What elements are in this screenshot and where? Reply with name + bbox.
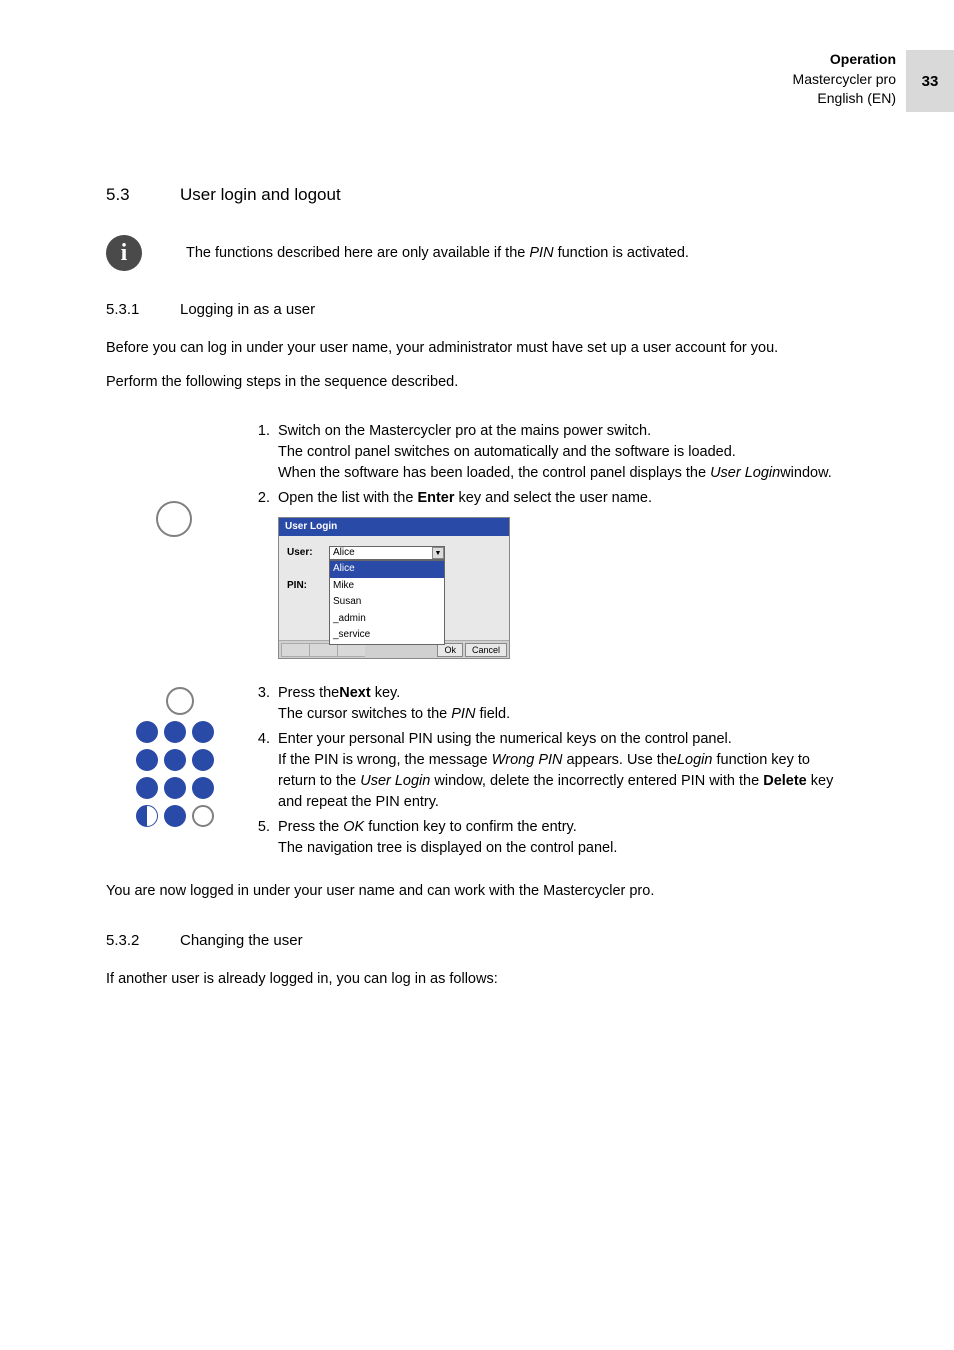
pin-label: PIN: xyxy=(287,579,329,594)
user-login-dialog: User Login User: Alice ▼ xyxy=(278,517,510,660)
step-5-num: 5. xyxy=(256,817,278,859)
step-1-c-italic: User Login xyxy=(710,465,780,481)
step-icon-col-2 xyxy=(106,683,256,863)
step-1-body: Switch on the Mastercycler pro at the ma… xyxy=(278,421,846,484)
subsection-532-number: 5.3.2 xyxy=(106,932,180,949)
step-5-body: Press the OK function key to confirm the… xyxy=(278,817,846,859)
step-1-line-b: The control panel switches on automatica… xyxy=(278,444,736,460)
ok-button[interactable]: Ok xyxy=(437,643,463,657)
page-header: Operation Mastercycler pro English (EN) … xyxy=(793,50,954,112)
step-4b-mid3: window, delete the incorrectly entered P… xyxy=(430,773,763,789)
step-4: 4. Enter your personal PIN using the num… xyxy=(256,729,846,813)
step-icon-col-1 xyxy=(106,421,256,664)
header-product: Mastercycler pro xyxy=(793,70,896,90)
step-3b-pre: The cursor switches to the xyxy=(278,706,451,722)
cancel-button[interactable]: Cancel xyxy=(465,643,507,657)
step-5b: The navigation tree is displayed on the … xyxy=(278,840,617,856)
step-5a-italic: OK xyxy=(343,819,364,835)
user-select[interactable]: Alice ▼ xyxy=(329,546,445,560)
paragraph-logged-in: You are now logged in under your user na… xyxy=(106,881,846,901)
step-block-2: 3. Press theNext key. The cursor switche… xyxy=(106,683,846,863)
dropdown-option-mike[interactable]: Mike xyxy=(330,578,444,595)
step-2-post: key and select the user name. xyxy=(455,490,652,506)
step-3-body: Press theNext key. The cursor switches t… xyxy=(278,683,846,725)
user-select-wrap: Alice ▼ Alice Mike Susan _admin _service xyxy=(329,546,501,560)
step-4b-mid1: appears. Use the xyxy=(563,752,677,768)
paragraph-intro-1: Before you can log in under your user na… xyxy=(106,338,846,358)
info-prefix: The functions described here are only av… xyxy=(186,245,529,261)
subsection-532-title: Changing the user xyxy=(180,932,303,949)
info-suffix: function is activated. xyxy=(554,245,689,261)
header-section: Operation xyxy=(793,50,896,70)
step-list-2: 3. Press theNext key. The cursor switche… xyxy=(256,683,846,863)
dialog-titlebar: User Login xyxy=(279,518,509,537)
step-4-num: 4. xyxy=(256,729,278,813)
info-note: i The functions described here are only … xyxy=(106,235,846,271)
step-3-num: 3. xyxy=(256,683,278,725)
step-3: 3. Press theNext key. The cursor switche… xyxy=(256,683,846,725)
dropdown-option-susan[interactable]: Susan xyxy=(330,594,444,611)
step-5: 5. Press the OK function key to confirm … xyxy=(256,817,846,859)
page-number: 33 xyxy=(906,50,954,112)
dropdown-option-admin[interactable]: _admin xyxy=(330,611,444,628)
step-4b-i2: Login xyxy=(677,752,712,768)
section-title: User login and logout xyxy=(180,185,341,205)
header-language: English (EN) xyxy=(793,89,896,109)
step-5a-pre: Press the xyxy=(278,819,343,835)
step-2: 2. Open the list with the Enter key and … xyxy=(256,488,846,660)
subsection-title: Logging in as a user xyxy=(180,301,315,318)
paragraph-intro-2: Perform the following steps in the seque… xyxy=(106,372,846,392)
user-label: User: xyxy=(287,546,329,561)
header-text-block: Operation Mastercycler pro English (EN) xyxy=(793,50,906,109)
step-2-bold: Enter xyxy=(417,490,454,506)
dialog-body: User: Alice ▼ Alice Mike S xyxy=(279,536,509,640)
step-4b-bold: Delete xyxy=(763,773,807,789)
step-4b-i3: User Login xyxy=(360,773,430,789)
subsection-number: 5.3.1 xyxy=(106,301,180,318)
keypad-icon xyxy=(136,683,218,827)
step-1-c-pre: When the software has been loaded, the c… xyxy=(278,465,710,481)
step-block-1: 1. Switch on the Mastercycler pro at the… xyxy=(106,421,846,664)
step-3b-italic: PIN xyxy=(451,706,475,722)
step-1-line-a: Switch on the Mastercycler pro at the ma… xyxy=(278,423,651,439)
step-4a: Enter your personal PIN using the numeri… xyxy=(278,731,732,747)
enter-key-icon xyxy=(156,501,192,537)
dialog-status-cells xyxy=(281,643,435,656)
info-icon: i xyxy=(106,235,142,271)
step-2-body: Open the list with the Enter key and sel… xyxy=(278,488,846,660)
dropdown-option-alice[interactable]: Alice xyxy=(330,561,444,578)
dialog-user-row: User: Alice ▼ Alice Mike S xyxy=(287,546,501,561)
step-3a-bold: Next xyxy=(339,685,370,701)
step-4-body: Enter your personal PIN using the numeri… xyxy=(278,729,846,813)
section-number: 5.3 xyxy=(106,185,180,205)
dropdown-option-service[interactable]: _service xyxy=(330,627,444,644)
user-select-value: Alice xyxy=(333,546,355,561)
step-2-pre: Open the list with the xyxy=(278,490,417,506)
info-icon-wrap: i xyxy=(106,235,186,271)
section-5-3-1-heading: 5.3.1 Logging in as a user xyxy=(106,301,846,318)
paragraph-change-user: If another user is already logged in, yo… xyxy=(106,969,846,989)
step-3a-post: key. xyxy=(371,685,401,701)
user-dropdown[interactable]: Alice Mike Susan _admin _service xyxy=(329,560,445,645)
info-pin: PIN xyxy=(529,245,553,261)
step-3b-post: field. xyxy=(475,706,510,722)
step-2-num: 2. xyxy=(256,488,278,660)
section-5-3-2-heading: 5.3.2 Changing the user xyxy=(106,932,846,949)
step-4b-i1: Wrong PIN xyxy=(492,752,563,768)
page-content: 5.3 User login and logout i The function… xyxy=(106,185,846,1003)
step-1-c-post: window. xyxy=(780,465,832,481)
info-note-text: The functions described here are only av… xyxy=(186,245,689,261)
step-list-1: 1. Switch on the Mastercycler pro at the… xyxy=(256,421,846,664)
step-5a-post: function key to confirm the entry. xyxy=(364,819,577,835)
keypad-top-circle-icon xyxy=(166,687,194,715)
step-4b-pre: If the PIN is wrong, the message xyxy=(278,752,492,768)
step-1-num: 1. xyxy=(256,421,278,484)
section-5-3-heading: 5.3 User login and logout xyxy=(106,185,846,205)
dropdown-arrow-icon[interactable]: ▼ xyxy=(432,547,444,559)
step-1: 1. Switch on the Mastercycler pro at the… xyxy=(256,421,846,484)
step-3a-pre: Press the xyxy=(278,685,339,701)
